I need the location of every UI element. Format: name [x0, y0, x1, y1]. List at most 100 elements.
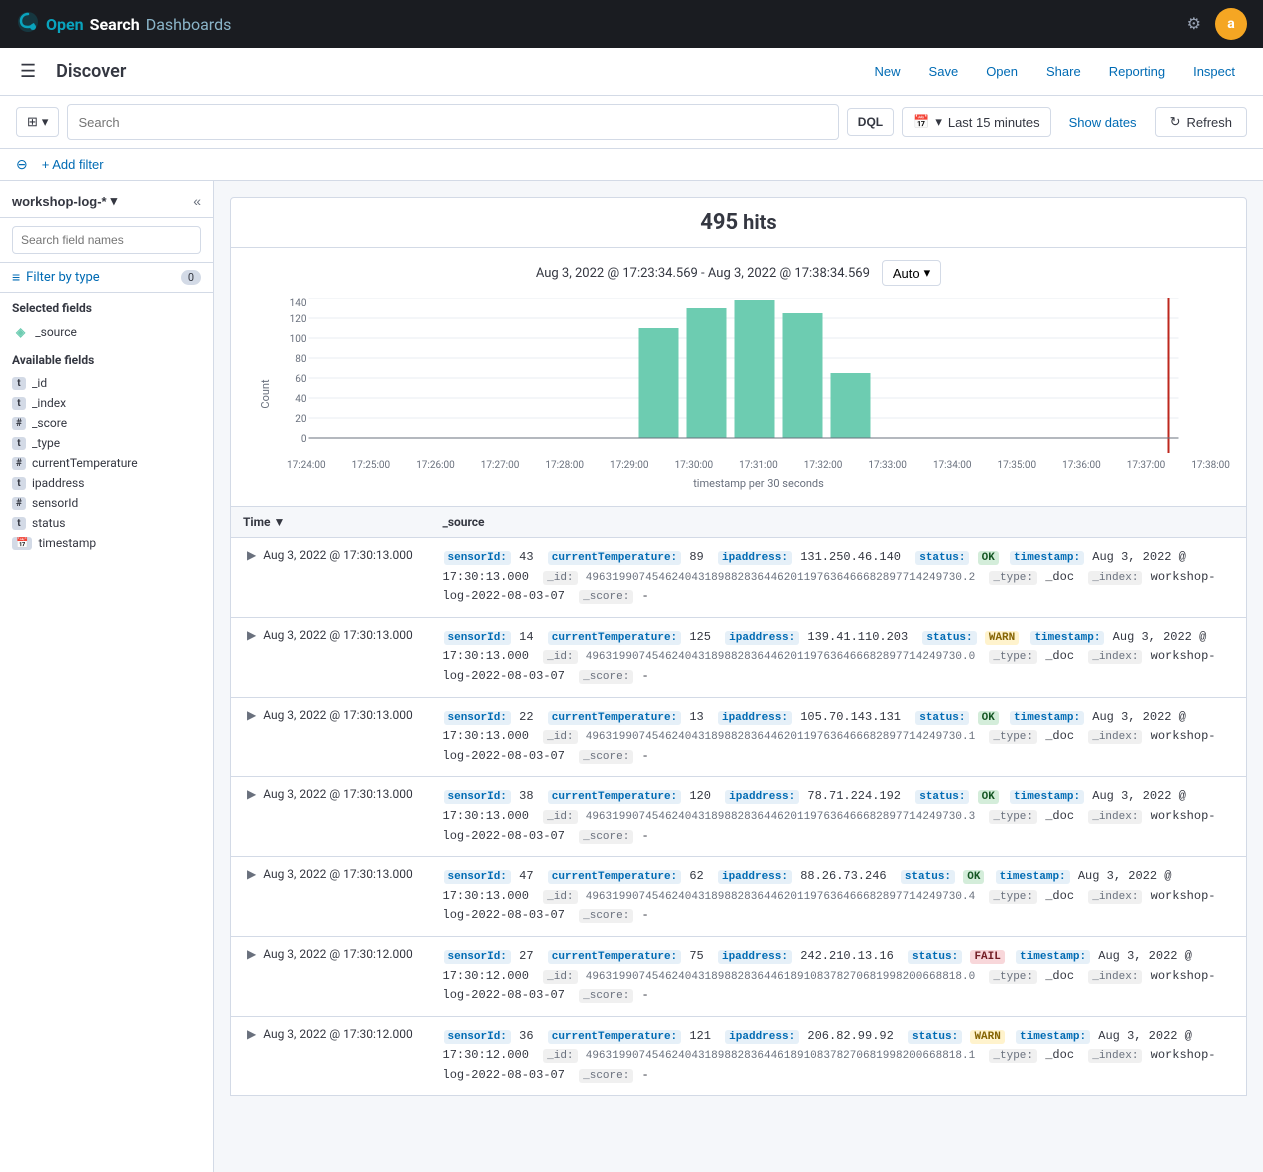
- filter-by-type-row[interactable]: ≡ Filter by type 0: [0, 263, 213, 293]
- nav-open-button[interactable]: Open: [974, 58, 1030, 85]
- filter-bar: ⊖ + Add filter: [0, 149, 1263, 181]
- type-key: _type:: [989, 650, 1037, 664]
- field-sensor-label: sensorId: [32, 496, 78, 510]
- hamburger-button[interactable]: ☰: [16, 57, 40, 86]
- time-range-button[interactable]: 📅 ▾ Last 15 minutes: [902, 107, 1051, 137]
- show-dates-button[interactable]: Show dates: [1059, 109, 1147, 136]
- ip-val: 242.210.13.16: [800, 949, 894, 963]
- x-axis-label: timestamp per 30 seconds: [287, 477, 1230, 490]
- refresh-label: Refresh: [1186, 115, 1232, 130]
- field-status[interactable]: t status: [12, 513, 201, 533]
- field-timestamp[interactable]: 📅 timestamp: [12, 533, 201, 553]
- type-val: _doc: [1045, 570, 1074, 584]
- field-score[interactable]: # _score: [12, 413, 201, 433]
- field-temp-type: #: [12, 457, 26, 470]
- time-cell: ▶ Aug 3, 2022 @ 17:30:13.000: [231, 617, 431, 697]
- ts-key: timestamp:: [1010, 790, 1084, 804]
- id-key: _id:: [543, 650, 577, 664]
- sidebar-collapse-button[interactable]: «: [193, 193, 201, 209]
- status-key: status:: [908, 1030, 962, 1044]
- sensorid-val: 38: [519, 789, 533, 803]
- search-input[interactable]: [78, 115, 827, 130]
- field-index[interactable]: t _index: [12, 393, 201, 413]
- type-val: _doc: [1045, 729, 1074, 743]
- svg-text:20: 20: [295, 414, 307, 425]
- bar-6: [687, 308, 727, 438]
- status-val: OK: [978, 790, 999, 804]
- hits-count: 495: [700, 210, 738, 235]
- score-key: _score:: [579, 750, 633, 764]
- field-id-type: t: [12, 377, 26, 390]
- ip-val: 139.41.110.203: [807, 630, 908, 644]
- sensorid-key: sensorId:: [444, 870, 511, 884]
- nav-save-button[interactable]: Save: [917, 58, 971, 85]
- id-key: _id:: [543, 571, 577, 585]
- search-input-wrap: [67, 104, 838, 140]
- score-key: _score:: [579, 670, 633, 684]
- nav-share-button[interactable]: Share: [1034, 58, 1093, 85]
- y-axis-label: Count: [259, 379, 272, 408]
- index-selector-button[interactable]: ⊞ ▾: [16, 107, 59, 137]
- field-type-type: t: [12, 437, 26, 450]
- ts-key: timestamp:: [1016, 950, 1090, 964]
- expand-row-button[interactable]: ▶: [243, 708, 260, 722]
- status-val: OK: [978, 711, 999, 725]
- field-currenttemperature[interactable]: # currentTemperature: [12, 453, 201, 473]
- index-pattern-button[interactable]: workshop-log-* ▾: [12, 193, 117, 209]
- field-type[interactable]: t _type: [12, 433, 201, 453]
- chart-interval-button[interactable]: Auto ▾: [882, 260, 941, 286]
- dql-button[interactable]: DQL: [847, 108, 894, 136]
- bar-5: [639, 328, 679, 438]
- field-ipaddress[interactable]: t ipaddress: [12, 473, 201, 493]
- index-pattern-section: workshop-log-* ▾ «: [0, 181, 213, 218]
- ip-val: 78.71.224.192: [807, 789, 901, 803]
- field-status-type: t: [12, 517, 26, 530]
- avatar[interactable]: a: [1215, 8, 1247, 40]
- sensorid-key: sensorId:: [444, 711, 511, 725]
- index-down-icon: ⊞: [27, 114, 38, 130]
- bar-7: [735, 300, 775, 438]
- time-cell: ▶ Aug 3, 2022 @ 17:30:13.000: [231, 538, 431, 618]
- selected-field-source[interactable]: ◈ _source: [12, 321, 201, 343]
- top-navigation: OpenSearch Dashboards ⚙ a: [0, 0, 1263, 48]
- id-key: _id:: [543, 730, 577, 744]
- refresh-button[interactable]: ↻ Refresh: [1155, 107, 1247, 137]
- table-header: Time ▼ _source: [231, 507, 1247, 538]
- filter-type-icon: ≡: [12, 269, 20, 286]
- settings-button[interactable]: ⚙: [1181, 8, 1207, 40]
- status-val: OK: [978, 551, 999, 565]
- logo-icon: [16, 10, 40, 39]
- expand-row-button[interactable]: ▶: [243, 1027, 260, 1041]
- expand-row-button[interactable]: ▶: [243, 867, 260, 881]
- bar-9: [831, 373, 871, 438]
- filter-icon-button[interactable]: ⊖: [16, 156, 28, 173]
- add-filter-button[interactable]: + Add filter: [36, 155, 110, 174]
- app-bar: ☰ Discover New Save Open Share Reporting…: [0, 48, 1263, 96]
- expand-row-button[interactable]: ▶: [243, 947, 260, 961]
- search-field-input[interactable]: [12, 226, 201, 254]
- id-key: _id:: [543, 970, 577, 984]
- expand-row-button[interactable]: ▶: [243, 787, 260, 801]
- field-status-label: status: [32, 516, 65, 530]
- field-temp-label: currentTemperature: [32, 456, 138, 470]
- field-sensorid[interactable]: # sensorId: [12, 493, 201, 513]
- filter-by-type-label: ≡ Filter by type: [12, 269, 100, 286]
- field-ts-type: 📅: [12, 537, 32, 550]
- expand-row-button[interactable]: ▶: [243, 628, 260, 642]
- time-column-header: Time ▼: [231, 507, 431, 538]
- score-val: -: [642, 988, 649, 1002]
- nav-new-button[interactable]: New: [863, 58, 913, 85]
- nav-reporting-button[interactable]: Reporting: [1097, 58, 1177, 85]
- index-key: _index:: [1088, 1049, 1142, 1063]
- table-row: ▶ Aug 3, 2022 @ 17:30:13.000 sensorId: 3…: [231, 777, 1247, 857]
- index-key: _index:: [1088, 650, 1142, 664]
- nav-inspect-button[interactable]: Inspect: [1181, 58, 1247, 85]
- field-id[interactable]: t _id: [12, 373, 201, 393]
- source-cell: sensorId: 27 currentTemperature: 75 ipad…: [431, 936, 1247, 1016]
- temp-val: 62: [689, 869, 703, 883]
- temp-val: 125: [689, 630, 711, 644]
- ts-key: timestamp:: [996, 870, 1070, 884]
- expand-row-button[interactable]: ▶: [243, 548, 260, 562]
- sensorid-key: sensorId:: [444, 790, 511, 804]
- field-ip-type: t: [12, 477, 26, 490]
